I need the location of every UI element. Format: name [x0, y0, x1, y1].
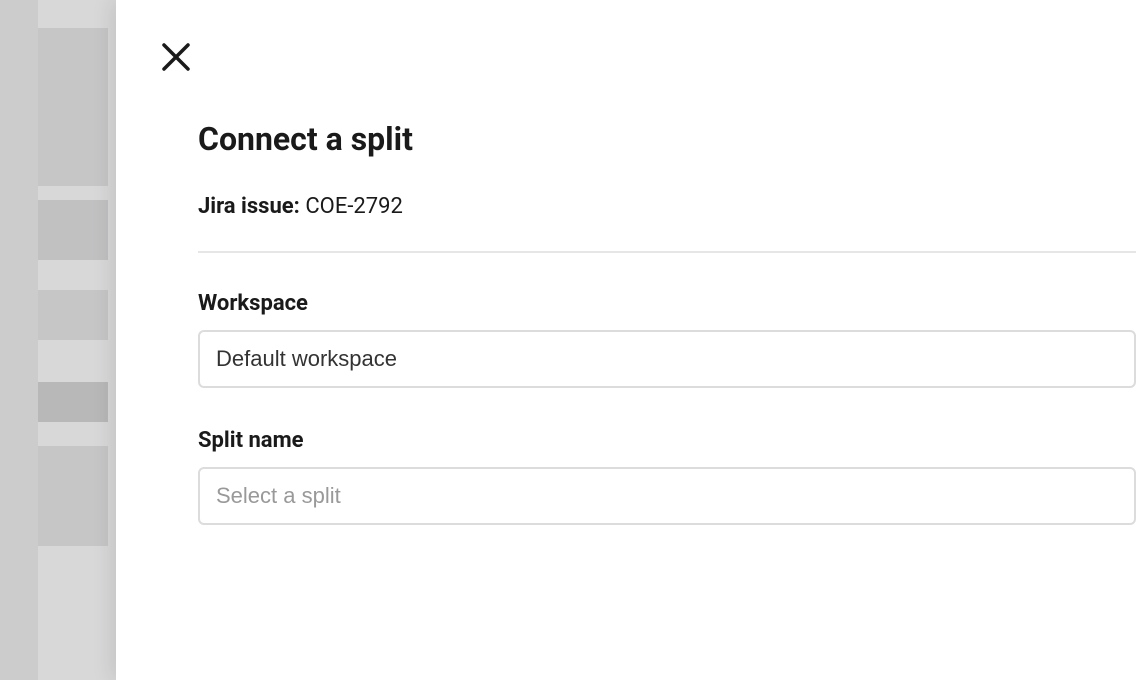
- split-name-label: Split name: [198, 428, 1136, 453]
- background-sidebar-rail: [0, 0, 38, 680]
- dialog-title: Connect a split: [198, 120, 1136, 158]
- workspace-select-value: Default workspace: [216, 346, 397, 371]
- background-placeholder: [38, 28, 108, 186]
- background-placeholder: [38, 200, 108, 260]
- background-sidebar: [0, 0, 116, 680]
- divider: [198, 251, 1136, 253]
- jira-issue-line: Jira issue: COE-2792: [198, 194, 1136, 219]
- jira-issue-label: Jira issue:: [198, 194, 300, 219]
- connect-split-dialog: Connect a split Jira issue: COE-2792 Wor…: [116, 0, 1136, 680]
- background-placeholder: [38, 382, 108, 422]
- workspace-select[interactable]: Default workspace: [198, 330, 1136, 388]
- background-placeholder: [38, 446, 108, 546]
- split-name-select[interactable]: Select a split: [198, 467, 1136, 525]
- jira-issue-value: COE-2792: [305, 194, 403, 219]
- background-placeholder: [38, 290, 108, 340]
- close-button[interactable]: [156, 38, 196, 78]
- split-name-placeholder: Select a split: [216, 483, 341, 508]
- close-icon: [161, 42, 191, 75]
- workspace-label: Workspace: [198, 291, 1136, 316]
